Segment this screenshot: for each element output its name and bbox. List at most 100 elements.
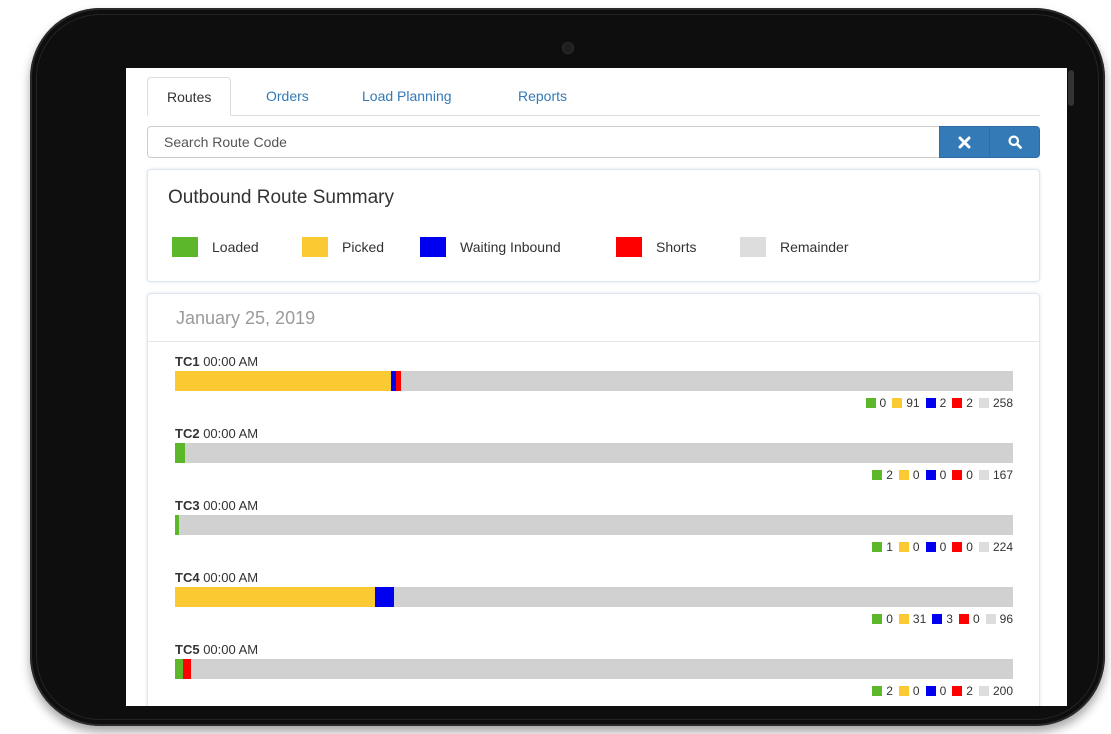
- tab-bar: Routes Orders Load Planning Reports: [147, 77, 1040, 116]
- count-swatch-loaded: [865, 398, 876, 408]
- count-remainder: 200: [992, 684, 1013, 698]
- route-progress-bar: [175, 371, 1013, 391]
- count-swatch-waiting-inbound: [932, 614, 943, 624]
- count-shorts: 2: [966, 684, 973, 698]
- route-row[interactable]: TC2 00:00 AM 2 0 0 0 167: [175, 426, 1013, 494]
- tab-orders[interactable]: Orders: [247, 77, 328, 115]
- count-waiting-inbound: 0: [939, 684, 947, 698]
- route-code: TC1: [175, 354, 200, 369]
- count-swatch-remainder: [985, 614, 996, 624]
- count-picked: 0: [912, 468, 920, 482]
- search-input[interactable]: [147, 126, 939, 158]
- legend-item-remainder: Remainder: [740, 236, 848, 258]
- count-waiting-inbound: 0: [939, 540, 947, 554]
- count-picked: 0: [912, 540, 920, 554]
- legend-swatch-picked: [302, 237, 328, 257]
- count-swatch-shorts: [952, 470, 963, 480]
- legend-item-shorts: Shorts: [616, 236, 696, 258]
- search-button[interactable]: [989, 126, 1040, 158]
- count-swatch-waiting-inbound: [925, 470, 936, 480]
- date-header: January 25, 2019: [148, 294, 1039, 342]
- legend-label-waiting-inbound: Waiting Inbound: [460, 239, 561, 255]
- clear-button[interactable]: [939, 126, 990, 158]
- count-swatch-waiting-inbound: [925, 398, 936, 408]
- count-swatch-remainder: [978, 470, 989, 480]
- x-icon: [958, 136, 971, 148]
- route-code: TC4: [175, 570, 200, 585]
- legend-label-shorts: Shorts: [656, 239, 697, 255]
- count-swatch-remainder: [978, 686, 989, 696]
- tab-reports[interactable]: Reports: [499, 77, 586, 115]
- route-row[interactable]: TC5 00:00 AM 2 0 0 2 200: [175, 642, 1013, 706]
- count-loaded: 1: [886, 540, 893, 554]
- route-title: TC3 00:00 AM: [175, 498, 258, 513]
- route-code: TC5: [175, 642, 200, 657]
- legend-swatch-waiting-inbound: [420, 237, 446, 257]
- side-button: [1068, 70, 1074, 106]
- bar-segment-picked: [175, 371, 392, 391]
- route-time: 00:00 AM: [203, 570, 259, 585]
- count-picked: 31: [912, 612, 927, 626]
- count-shorts: 0: [972, 612, 980, 626]
- screen: Routes Orders Load Planning Reports Outb…: [126, 68, 1067, 706]
- camera-icon: [562, 42, 574, 54]
- tab-load-planning[interactable]: Load Planning: [343, 77, 471, 115]
- count-shorts: 0: [966, 468, 973, 482]
- count-swatch-remainder: [978, 398, 989, 408]
- legend-item-waiting-inbound: Waiting Inbound: [420, 236, 561, 258]
- route-counts: 0 91 2 2 258: [865, 396, 1013, 410]
- count-swatch-picked: [898, 470, 909, 480]
- bar-segment-loaded: [175, 515, 179, 535]
- route-code: TC2: [175, 426, 200, 441]
- tab-routes[interactable]: Routes: [147, 77, 232, 116]
- count-waiting-inbound: 0: [939, 468, 947, 482]
- route-row[interactable]: TC4 00:00 AM 0 31 3 0 96: [175, 570, 1013, 638]
- route-time: 00:00 AM: [203, 498, 259, 513]
- count-swatch-shorts: [952, 398, 963, 408]
- count-swatch-picked: [898, 614, 909, 624]
- route-time: 00:00 AM: [203, 426, 259, 441]
- legend-swatch-shorts: [616, 237, 642, 257]
- count-swatch-picked: [898, 542, 909, 552]
- route-title: TC5 00:00 AM: [175, 642, 258, 657]
- legend-swatch-remainder: [740, 237, 766, 257]
- tablet-frame: Routes Orders Load Planning Reports Outb…: [30, 8, 1105, 726]
- route-time: 00:00 AM: [203, 354, 259, 369]
- bar-segment-shorts: [395, 371, 401, 391]
- route-time: 00:00 AM: [203, 642, 259, 657]
- search-bar: [147, 126, 1040, 158]
- count-remainder: 167: [992, 468, 1013, 482]
- count-loaded: 0: [886, 612, 893, 626]
- route-row[interactable]: TC1 00:00 AM 0 91 2 2 258: [175, 354, 1013, 422]
- count-picked: 0: [912, 684, 920, 698]
- count-swatch-shorts: [952, 686, 963, 696]
- route-row[interactable]: TC3 00:00 AM 1 0 0 0 224: [175, 498, 1013, 566]
- bar-segment-waiting-inbound: [374, 587, 395, 607]
- date-label: January 25, 2019: [176, 308, 316, 328]
- routes-panel: January 25, 2019 TC1 00:00 AM 0 91 2 2 258 TC2…: [147, 293, 1040, 706]
- count-swatch-waiting-inbound: [925, 542, 936, 552]
- route-progress-bar: [175, 443, 1013, 463]
- count-swatch-loaded: [872, 470, 883, 480]
- count-loaded: 2: [886, 468, 893, 482]
- count-swatch-loaded: [872, 542, 883, 552]
- route-counts: 2 0 0 0 167: [872, 468, 1013, 482]
- legend-item-picked: Picked: [302, 236, 384, 258]
- route-counts: 2 0 0 2 200: [872, 684, 1013, 698]
- count-swatch-waiting-inbound: [925, 686, 936, 696]
- route-progress-bar: [175, 659, 1013, 679]
- count-waiting-inbound: 2: [939, 396, 947, 410]
- count-swatch-picked: [898, 686, 909, 696]
- bar-segment-shorts: [183, 659, 192, 679]
- bar-segment-picked: [175, 587, 375, 607]
- bar-segment-loaded: [175, 659, 184, 679]
- count-waiting-inbound: 3: [946, 612, 953, 626]
- legend-label-remainder: Remainder: [780, 239, 849, 255]
- count-remainder: 96: [999, 612, 1013, 626]
- route-title: TC1 00:00 AM: [175, 354, 258, 369]
- legend-label-loaded: Loaded: [212, 239, 259, 255]
- count-swatch-loaded: [872, 614, 883, 624]
- summary-title: Outbound Route Summary: [168, 187, 395, 208]
- count-swatch-remainder: [978, 542, 989, 552]
- legend-label-picked: Picked: [342, 239, 385, 255]
